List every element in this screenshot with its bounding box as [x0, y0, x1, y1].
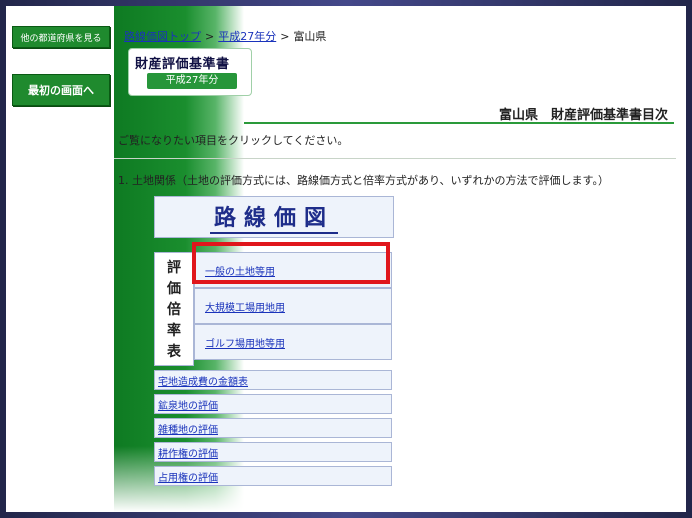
logo-title: 財産評価基準書	[135, 57, 230, 72]
breadcrumb-separator: >	[205, 30, 215, 43]
list-item[interactable]: 鉱泉地の評価	[154, 394, 392, 414]
bairitsu-general-land-link[interactable]: 一般の土地等用	[194, 252, 392, 288]
rosenka-map-link[interactable]: 路線価図	[154, 196, 394, 238]
bairitsu-char: 価	[167, 281, 181, 298]
instruction-text: ご覧になりたい項目をクリックしてください。	[118, 134, 349, 147]
divider	[114, 158, 676, 159]
breadcrumb-current: 富山県	[293, 30, 327, 43]
bairitsu-golf-course-link[interactable]: ゴルフ場用地等用	[194, 324, 392, 360]
link-label[interactable]: 雑種地の評価	[158, 421, 218, 436]
breadcrumb-top-link[interactable]: 路線価図トップ	[124, 30, 201, 43]
bairitsu-item-label[interactable]: 一般の土地等用	[205, 263, 275, 278]
page: 他の都道府県を見る 最初の画面へ 路線価図トップ > 平成27年分 > 富山県 財産評価…	[6, 6, 686, 512]
logo-subtitle: 平成27年分	[147, 73, 237, 89]
link-label[interactable]: 宅地造成費の金額表	[158, 373, 248, 388]
bairitsu-char: 表	[167, 343, 181, 360]
bairitsu-item-label[interactable]: 大規模工場用地用	[205, 299, 285, 314]
list-item[interactable]: 雑種地の評価	[154, 418, 392, 438]
list-item[interactable]: 耕作権の評価	[154, 442, 392, 462]
link-label[interactable]: 耕作権の評価	[158, 445, 218, 460]
site-logo: 財産評価基準書 平成27年分	[128, 48, 252, 96]
left-nav: 他の都道府県を見る 最初の画面へ	[6, 6, 114, 512]
list-item[interactable]: 宅地造成費の金額表	[154, 370, 392, 390]
breadcrumb-year-link[interactable]: 平成27年分	[218, 30, 276, 43]
breadcrumb: 路線価図トップ > 平成27年分 > 富山県	[124, 28, 326, 44]
rosenka-map-label: 路線価図	[209, 200, 338, 234]
bairitsu-large-factory-link[interactable]: 大規模工場用地用	[194, 288, 392, 324]
link-label[interactable]: 鉱泉地の評価	[158, 397, 218, 412]
bairitsu-table-label: 評 価 倍 率 表	[154, 252, 194, 366]
link-label[interactable]: 占用権の評価	[158, 469, 218, 484]
other-prefectures-button[interactable]: 他の都道府県を見る	[12, 26, 110, 48]
bairitsu-item-label[interactable]: ゴルフ場用地等用	[205, 335, 285, 350]
bairitsu-char: 評	[167, 260, 181, 277]
page-title: 富山県 財産評価基準書目次	[244, 104, 674, 124]
list-item[interactable]: 占用権の評価	[154, 466, 392, 486]
section-heading-land: 1. 土地関係（土地の評価方式には、路線価方式と倍率方式があり、いずれかの方法で…	[118, 174, 609, 187]
breadcrumb-separator: >	[280, 30, 290, 43]
bairitsu-char: 倍	[167, 301, 181, 318]
bairitsu-char: 率	[167, 322, 181, 339]
first-page-button[interactable]: 最初の画面へ	[12, 74, 110, 106]
